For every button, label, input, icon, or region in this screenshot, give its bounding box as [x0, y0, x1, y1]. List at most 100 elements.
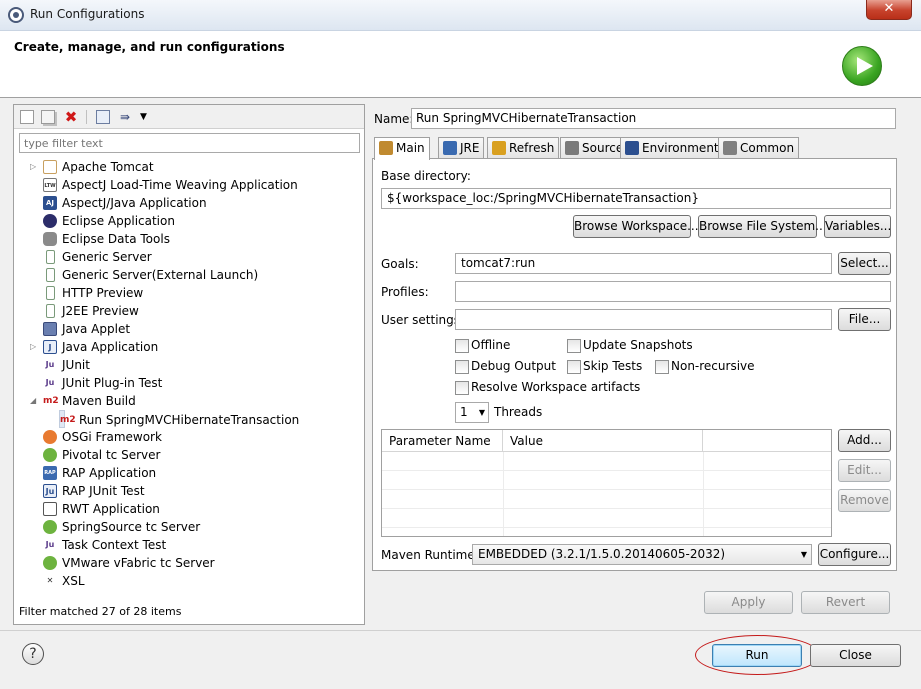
add-parameter-button[interactable]: Add... — [838, 429, 891, 452]
parameter-table[interactable]: Parameter Name Value — [381, 429, 832, 537]
tree-item-label: AspectJ/Java Application — [62, 196, 207, 210]
chevron-down-icon[interactable]: ▼ — [140, 110, 154, 124]
tree-item[interactable]: m2 Run SpringMVCHibernateTransaction — [59, 410, 299, 428]
new-config-icon[interactable] — [20, 110, 34, 124]
tree-item-label: OSGi Framework — [62, 430, 162, 444]
tree-expand-icon[interactable]: ▷ — [30, 158, 40, 176]
database-icon — [43, 232, 57, 246]
parameter-table-header: Parameter Name Value — [382, 430, 831, 452]
debug-output-checkbox[interactable]: Debug Output — [455, 358, 556, 374]
edit-parameter-button[interactable]: Edit... — [838, 459, 891, 482]
spring-icon — [43, 520, 57, 534]
common-tab-icon — [723, 141, 737, 155]
tree-item-label: AspectJ Load-Time Weaving Application — [62, 178, 298, 192]
eclipse-icon — [43, 214, 57, 228]
server-icon — [46, 304, 55, 318]
file-button[interactable]: File... — [838, 308, 891, 331]
tree-item-label: RWT Application — [62, 502, 160, 516]
user-settings-field[interactable] — [455, 309, 832, 330]
tab-environment[interactable]: Environment — [620, 137, 724, 159]
remove-parameter-button[interactable]: Remove — [838, 489, 891, 512]
threads-label: Threads — [494, 405, 543, 419]
tree-item-label: Eclipse Data Tools — [62, 232, 170, 246]
task-icon: Ju — [45, 540, 55, 549]
maven-runtime-value: EMBEDDED (3.2.1/1.5.0.20140605-2032) — [478, 547, 726, 561]
column-divider — [503, 452, 504, 536]
main-tab-icon — [379, 141, 393, 155]
maven-runtime-select[interactable]: EMBEDDED (3.2.1/1.5.0.20140605-2032) ▼ — [472, 544, 812, 565]
table-row — [382, 471, 831, 490]
tree-item-label: Run SpringMVCHibernateTransaction — [79, 413, 300, 427]
xsl-icon: ✕ — [46, 576, 54, 585]
tree-item-label: SpringSource tc Server — [62, 520, 201, 534]
column-header[interactable]: Parameter Name — [382, 430, 503, 452]
tree-item-label: Java Applet — [62, 322, 131, 336]
rwt-icon — [43, 502, 57, 516]
server-icon — [46, 268, 55, 282]
chevron-down-icon: ▼ — [800, 550, 807, 559]
rap-junit-icon: Ju — [43, 484, 57, 498]
non-recursive-checkbox[interactable]: Non-recursive — [655, 358, 755, 374]
spring-icon — [43, 556, 57, 570]
window-close-button[interactable]: ✕ — [866, 0, 912, 20]
header-title: Create, manage, and run configurations — [14, 40, 285, 54]
user-settings-label: User settings: — [381, 313, 465, 327]
base-directory-field[interactable]: ${workspace_loc:/SpringMVCHibernateTrans… — [381, 188, 891, 209]
configure-runtime-button[interactable]: Configure... — [818, 543, 891, 566]
tab-refresh[interactable]: Refresh — [487, 137, 560, 159]
offline-checkbox[interactable]: Offline — [455, 337, 510, 353]
tree-item-label: J2EE Preview — [62, 304, 139, 318]
table-row — [382, 509, 831, 528]
tree-item-label: VMware vFabric tc Server — [62, 556, 215, 570]
tab-label: Environment — [642, 141, 719, 155]
collapse-all-icon[interactable] — [96, 110, 110, 124]
filter-input[interactable] — [19, 133, 360, 153]
duplicate-config-icon[interactable] — [41, 110, 55, 124]
run-highlight-annotation — [695, 635, 820, 675]
threads-value: 1 — [460, 405, 468, 419]
goals-field[interactable]: tomcat7:run — [455, 253, 832, 274]
apply-button[interactable]: Apply — [704, 591, 793, 614]
variables-button[interactable]: Variables... — [824, 215, 891, 238]
resolve-workspace-checkbox[interactable]: Resolve Workspace artifacts — [455, 379, 640, 395]
tab-main[interactable]: Main — [374, 137, 430, 160]
browse-workspace-button[interactable]: Browse Workspace... — [573, 215, 699, 238]
maven-icon: m2 — [43, 396, 59, 406]
tree-collapse-icon[interactable]: ◢ — [30, 392, 40, 410]
tree-item-label: RAP JUnit Test — [62, 484, 145, 498]
name-field[interactable]: Run SpringMVCHibernateTransaction — [411, 108, 896, 129]
update-snapshots-checkbox[interactable]: Update Snapshots — [567, 337, 693, 353]
tree-item-label: Generic Server(External Launch) — [62, 268, 259, 282]
column-header[interactable]: Value — [503, 430, 703, 452]
footer-separator — [0, 630, 921, 631]
tab-bar: Main JRE Refresh Source Environment Common — [374, 137, 894, 160]
tab-jre[interactable]: JRE — [438, 137, 485, 159]
tree-item-label: XSL — [62, 574, 85, 588]
close-button[interactable]: Close — [810, 644, 901, 667]
skip-tests-checkbox[interactable]: Skip Tests — [567, 358, 642, 374]
select-goals-button[interactable]: Select... — [838, 252, 891, 275]
ltw-icon: LTW — [43, 178, 57, 192]
window-title: Run Configurations — [30, 7, 145, 21]
configuration-list-panel: ✖ ⇛ ▼ ▷ Apache Tomcat LTW AspectJ Load-Time… — [13, 104, 365, 625]
threads-select[interactable]: 1 ▼ — [455, 402, 489, 423]
tab-label: Common — [740, 141, 795, 155]
table-row — [382, 452, 831, 471]
revert-button[interactable]: Revert — [801, 591, 890, 614]
column-header[interactable] — [703, 430, 831, 452]
tree-expand-icon[interactable]: ▷ — [30, 338, 40, 356]
java-app-icon: J — [43, 340, 57, 354]
config-toolbar: ✖ ⇛ ▼ — [14, 105, 364, 129]
maven-icon: m2 — [60, 415, 76, 425]
filter-configs-icon[interactable]: ⇛ — [120, 110, 134, 124]
profiles-field[interactable] — [455, 281, 891, 302]
toolbar-separator — [86, 110, 87, 124]
tab-label: Source — [582, 141, 624, 155]
junit-plugin-icon: Ju — [45, 378, 55, 387]
help-icon[interactable]: ? — [22, 643, 44, 665]
tree-item-label: Apache Tomcat — [62, 160, 154, 174]
delete-config-icon[interactable]: ✖ — [64, 110, 78, 125]
tab-source[interactable]: Source — [560, 137, 629, 159]
browse-file-system-button[interactable]: Browse File System... — [698, 215, 827, 238]
tab-common[interactable]: Common — [718, 137, 800, 159]
